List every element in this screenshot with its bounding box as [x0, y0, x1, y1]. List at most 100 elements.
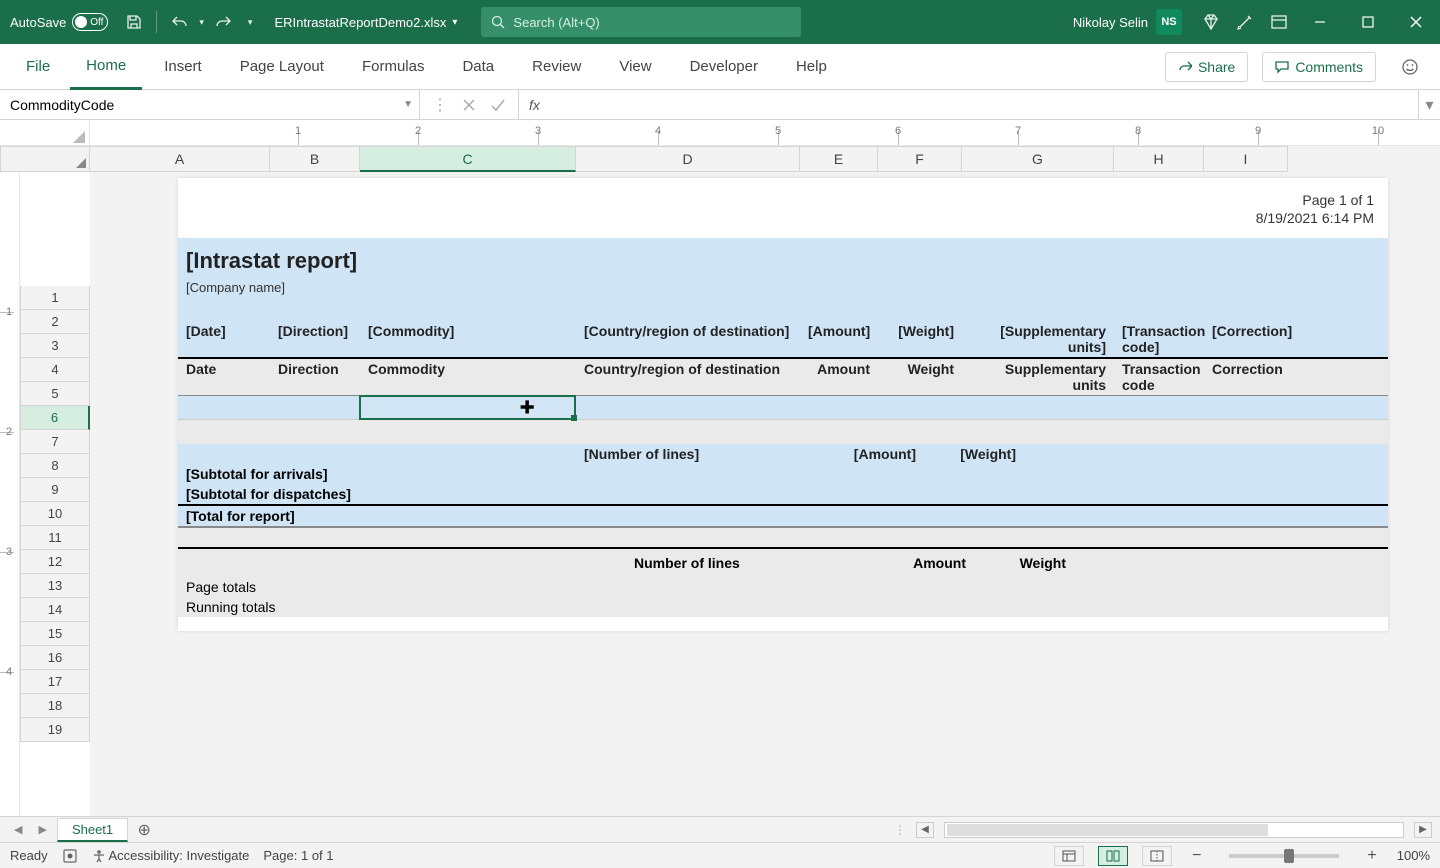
sheet-split-handle[interactable]: ⋮ — [888, 823, 912, 837]
hdr-amount: Amount — [800, 359, 878, 395]
formula-input[interactable] — [550, 90, 1418, 119]
ribbon-display-icon[interactable] — [1262, 13, 1296, 31]
comments-button[interactable]: Comments — [1262, 52, 1376, 82]
diamond-icon[interactable] — [1194, 13, 1228, 31]
zoom-out-button[interactable]: − — [1186, 847, 1207, 865]
hscroll-left-icon[interactable]: ◀ — [916, 822, 934, 838]
save-icon[interactable] — [118, 14, 150, 30]
row-header-5[interactable]: 5 — [20, 382, 90, 406]
row-header-4[interactable]: 4 — [20, 358, 90, 382]
zoom-level[interactable]: 100% — [1397, 848, 1430, 863]
row-header-13[interactable]: 13 — [20, 574, 90, 598]
status-accessibility[interactable]: Accessibility: Investigate — [92, 848, 250, 864]
search-box[interactable]: Search (Alt+Q) — [481, 7, 801, 37]
row-header-18[interactable]: 18 — [20, 694, 90, 718]
redo-icon[interactable] — [206, 14, 240, 30]
hscroll-right-icon[interactable]: ▶ — [1414, 822, 1432, 838]
sheet-nav-prev-icon[interactable]: ◀ — [8, 823, 28, 836]
view-page-layout-button[interactable] — [1098, 846, 1128, 866]
feedback-smile-icon[interactable] — [1392, 52, 1428, 82]
worksheet-grid[interactable]: 1234 12345678910111213141516171819 Page … — [0, 172, 1440, 816]
sum-hdr-weight: [Weight] — [924, 444, 1024, 464]
user-account[interactable]: Nikolay Selin NS — [1061, 9, 1194, 35]
row-headers: 12345678910111213141516171819 — [20, 172, 90, 816]
col-header-C[interactable]: C — [360, 146, 576, 172]
minimize-button[interactable] — [1296, 0, 1344, 44]
row-header-7[interactable]: 7 — [20, 430, 90, 454]
zoom-in-button[interactable]: + — [1361, 847, 1382, 865]
user-avatar: NS — [1156, 9, 1182, 35]
row-header-15[interactable]: 15 — [20, 622, 90, 646]
cancel-edit-icon[interactable] — [462, 98, 476, 112]
row-header-12[interactable]: 12 — [20, 550, 90, 574]
autosave-toggle[interactable]: Off — [72, 13, 108, 31]
add-sheet-button[interactable]: ⊕ — [132, 820, 156, 840]
tab-help[interactable]: Help — [780, 44, 843, 90]
col-header-E[interactable]: E — [800, 146, 878, 172]
row-header-6[interactable]: 6 — [20, 406, 90, 430]
hdr-supp: Supplementary units — [962, 359, 1114, 395]
formula-options-icon[interactable]: ⋮ — [432, 95, 448, 115]
tab-developer[interactable]: Developer — [674, 44, 774, 90]
col-header-G[interactable]: G — [962, 146, 1114, 172]
select-all-button[interactable] — [0, 146, 90, 172]
close-button[interactable] — [1392, 0, 1440, 44]
tab-page-layout[interactable]: Page Layout — [224, 44, 340, 90]
sheet-nav-next-icon[interactable]: ▶ — [32, 823, 52, 836]
name-box-dropdown-icon[interactable]: ▼ — [403, 99, 413, 110]
maximize-button[interactable] — [1344, 0, 1392, 44]
undo-dropdown-icon[interactable]: ▾ — [197, 17, 206, 28]
horizontal-scrollbar[interactable] — [944, 822, 1404, 838]
macro-record-icon[interactable] — [62, 848, 78, 864]
formula-expand-icon[interactable]: ▾ — [1418, 90, 1440, 119]
selected-data-row[interactable]: ✚ — [178, 396, 1388, 420]
filename-dropdown-icon[interactable]: ▾ — [452, 17, 457, 28]
fx-label[interactable]: fx — [519, 90, 550, 119]
tab-insert[interactable]: Insert — [148, 44, 218, 90]
share-button[interactable]: Share — [1165, 52, 1248, 82]
row-header-11[interactable]: 11 — [20, 526, 90, 550]
row-header-14[interactable]: 14 — [20, 598, 90, 622]
autosave-control[interactable]: AutoSave Off — [0, 13, 118, 31]
header-row: Date Direction Commodity Country/region … — [178, 359, 1388, 396]
sheet-area[interactable]: Page 1 of 1 8/19/2021 6:14 PM [Intrastat… — [90, 172, 1440, 816]
ftr-hdr-amount: Amount — [874, 553, 974, 573]
zoom-slider[interactable] — [1229, 854, 1339, 858]
row-header-9[interactable]: 9 — [20, 478, 90, 502]
row-header-1[interactable]: 1 — [20, 286, 90, 310]
tab-review[interactable]: Review — [516, 44, 597, 90]
col-header-I[interactable]: I — [1204, 146, 1288, 172]
col-header-A[interactable]: A — [90, 146, 270, 172]
col-header-H[interactable]: H — [1114, 146, 1204, 172]
tab-data[interactable]: Data — [446, 44, 510, 90]
row-header-17[interactable]: 17 — [20, 670, 90, 694]
document-filename[interactable]: ERIntrastatReportDemo2.xlsx ▾ — [260, 15, 471, 30]
col-header-D[interactable]: D — [576, 146, 800, 172]
cell-cursor-icon: ✚ — [520, 397, 535, 418]
view-normal-button[interactable] — [1054, 846, 1084, 866]
qat-dropdown-icon[interactable]: ▾ — [240, 17, 261, 28]
tab-formulas[interactable]: Formulas — [346, 44, 441, 90]
row-header-8[interactable]: 8 — [20, 454, 90, 478]
col-header-F[interactable]: F — [878, 146, 962, 172]
row-header-16[interactable]: 16 — [20, 646, 90, 670]
row-header-3[interactable]: 3 — [20, 334, 90, 358]
confirm-edit-icon[interactable] — [490, 98, 506, 112]
undo-icon[interactable] — [163, 14, 197, 30]
name-box[interactable]: CommodityCode ▼ — [0, 90, 420, 119]
row-header-2[interactable]: 2 — [20, 310, 90, 334]
hdr-tmpl-date: [Date] — [178, 321, 270, 357]
sheet-tab-bar: ◀ ▶ Sheet1 ⊕ ⋮ ◀ ▶ — [0, 816, 1440, 842]
quick-access-icon[interactable] — [1228, 13, 1262, 31]
search-icon — [491, 15, 505, 29]
row-header-19[interactable]: 19 — [20, 718, 90, 742]
tab-home[interactable]: Home — [70, 44, 142, 90]
ftr-hdr-lines: Number of lines — [626, 553, 874, 573]
ribbon-tabs: File Home Insert Page Layout Formulas Da… — [0, 44, 1440, 90]
row-header-10[interactable]: 10 — [20, 502, 90, 526]
tab-view[interactable]: View — [603, 44, 667, 90]
view-page-break-button[interactable] — [1142, 846, 1172, 866]
file-tab[interactable]: File — [12, 44, 64, 90]
col-header-B[interactable]: B — [270, 146, 360, 172]
sheet-tab-active[interactable]: Sheet1 — [57, 818, 128, 842]
